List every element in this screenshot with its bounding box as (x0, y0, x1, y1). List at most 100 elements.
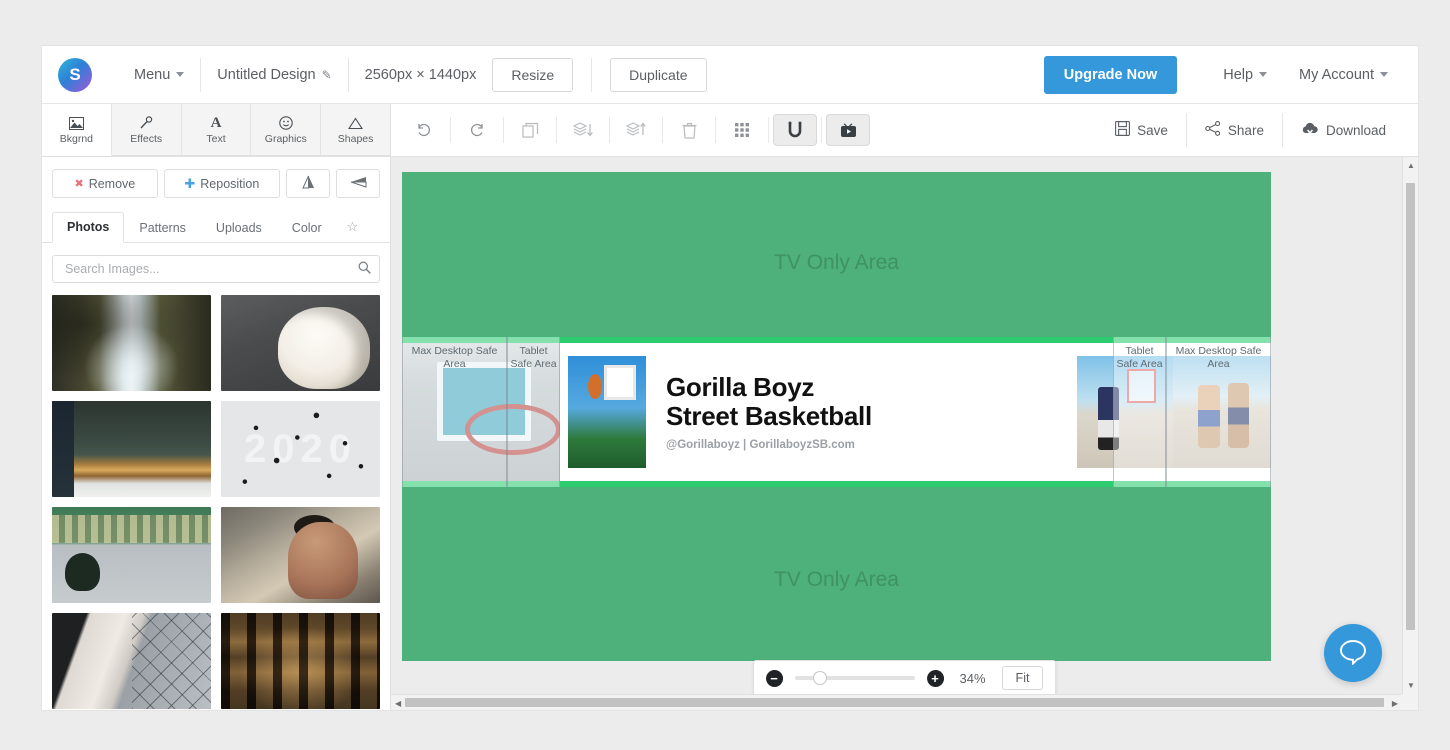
scrollbar-corner (1402, 694, 1418, 710)
save-label: Save (1137, 122, 1168, 138)
chevron-down-icon (176, 72, 185, 77)
redo-button[interactable] (456, 115, 498, 145)
asset-source-tabs: Photos Patterns Uploads Color ☆ (42, 204, 390, 243)
design-text-block[interactable]: Gorilla Boyz Street Basketball @Gorillab… (646, 373, 1077, 450)
pencil-icon[interactable]: ✎ (322, 68, 332, 82)
app-header: S Menu Untitled Design ✎ 2560px × 1440px… (42, 46, 1418, 104)
download-button[interactable]: Download (1283, 113, 1406, 147)
flip-horizontal-button[interactable] (336, 169, 380, 198)
design-band[interactable]: Gorilla Boyz Street Basketball @Gorillab… (402, 337, 1271, 487)
undo-button[interactable] (403, 115, 445, 145)
search-images-box[interactable] (52, 255, 380, 283)
tab-graphics[interactable]: Graphics (251, 104, 322, 156)
zoom-in-button[interactable]: + (926, 669, 944, 687)
canvas-workspace[interactable]: TV Only Area Gorilla Boyz Street Basketb… (391, 157, 1418, 710)
duplicate-design-button[interactable]: Duplicate (610, 57, 707, 92)
tab-shapes[interactable]: Shapes (321, 104, 390, 156)
photo-thumbnail[interactable] (52, 401, 211, 497)
share-icon (1205, 121, 1221, 139)
image-icon (68, 115, 84, 132)
design-title-field[interactable]: Untitled Design ✎ (201, 46, 347, 104)
copy-button[interactable] (509, 115, 551, 145)
resize-button[interactable]: Resize (492, 57, 574, 92)
bring-forward-button[interactable] (615, 115, 657, 145)
snap-button[interactable] (774, 115, 816, 145)
horizontal-scrollbar-thumb[interactable] (405, 698, 1384, 707)
photo-thumbnail[interactable] (221, 295, 380, 391)
canvas-dimensions: 2560px × 1440px (349, 46, 493, 104)
design-canvas[interactable]: TV Only Area Gorilla Boyz Street Basketb… (402, 172, 1271, 661)
flip-vertical-button[interactable] (286, 169, 330, 198)
my-account-label: My Account (1299, 66, 1374, 83)
delete-button[interactable] (668, 115, 710, 145)
tab-bkgrnd[interactable]: Bkgrnd (42, 104, 112, 156)
tab-text-label: Text (206, 132, 226, 145)
reposition-background-button[interactable]: ✚ Reposition (163, 169, 280, 198)
vertical-scrollbar-thumb[interactable] (1406, 183, 1415, 630)
zoom-slider-handle[interactable] (812, 671, 827, 685)
editor-toolbar: Bkgrnd Effects A Text Graphics Shapes Sa… (42, 104, 1418, 157)
menu-dropdown[interactable]: Menu (118, 46, 200, 104)
design-editor-window: S Menu Untitled Design ✎ 2560px × 1440px… (42, 46, 1418, 710)
remove-label: Remove (88, 176, 136, 191)
background-panel: ✖ Remove ✚ Reposition Photos Patterns Up… (42, 157, 391, 710)
help-label: Help (1223, 66, 1254, 83)
photo-thumbnail[interactable] (221, 507, 380, 603)
toolbar-right-actions: Save Share Download (1097, 113, 1406, 147)
street-court-photo[interactable] (1077, 356, 1173, 468)
photo-thumbnail[interactable] (52, 507, 211, 603)
photo-thumbnail[interactable] (221, 613, 380, 709)
scroll-left-arrow-icon[interactable]: ◀ (395, 699, 401, 708)
remove-background-button[interactable]: ✖ Remove (52, 169, 158, 198)
scroll-right-arrow-icon[interactable]: ▶ (1392, 699, 1398, 708)
tool-divider-3 (556, 117, 557, 143)
tool-divider-8 (821, 117, 822, 143)
zoom-out-button[interactable]: − (765, 669, 783, 687)
tab-text[interactable]: A Text (181, 104, 252, 156)
youtube-button[interactable] (827, 115, 869, 145)
search-input[interactable] (63, 261, 358, 277)
photo-results-grid (42, 291, 390, 710)
remove-circle-icon: ✖ (74, 178, 84, 190)
design-title-line-2: Street Basketball (666, 400, 872, 431)
zoom-slider[interactable] (794, 671, 915, 685)
two-players-ball-photo[interactable] (1173, 356, 1271, 468)
subtab-patterns[interactable]: Patterns (124, 213, 201, 243)
photo-thumbnail[interactable] (52, 613, 211, 709)
subtab-photos[interactable]: Photos (52, 212, 125, 243)
basketball-hoop-photo[interactable] (402, 343, 560, 481)
canvas-vertical-scrollbar[interactable]: ▲ ▼ (1402, 157, 1418, 694)
save-button[interactable]: Save (1097, 113, 1186, 147)
dunking-player-photo[interactable] (568, 356, 646, 468)
left-panel-tabs: Bkgrnd Effects A Text Graphics Shapes (42, 104, 391, 156)
photo-thumbnail[interactable] (221, 401, 380, 497)
search-icon[interactable] (358, 261, 371, 277)
app-logo[interactable]: S (58, 57, 92, 92)
background-action-row: ✖ Remove ✚ Reposition (42, 157, 390, 204)
my-account-dropdown[interactable]: My Account (1283, 46, 1404, 104)
subtab-color[interactable]: Color (277, 213, 337, 243)
upgrade-now-button[interactable]: Upgrade Now (1043, 55, 1178, 94)
canvas-horizontal-scrollbar[interactable]: ◀ ▶ (391, 694, 1402, 710)
design-subtitle: @Gorillaboyz | GorillaboyzSB.com (666, 438, 855, 451)
tool-divider-1 (450, 117, 451, 143)
zoom-fit-button[interactable]: Fit (1001, 666, 1044, 690)
tab-effects[interactable]: Effects (111, 104, 182, 156)
tool-divider-7 (768, 117, 769, 143)
help-dropdown[interactable]: Help (1207, 46, 1283, 104)
subtab-uploads[interactable]: Uploads (201, 213, 277, 243)
share-button[interactable]: Share (1187, 113, 1282, 147)
move-arrows-icon: ✚ (184, 175, 196, 191)
download-label: Download (1325, 122, 1386, 138)
scroll-up-arrow-icon[interactable]: ▲ (1407, 161, 1415, 170)
photo-thumbnail[interactable] (52, 295, 211, 391)
scroll-down-arrow-icon[interactable]: ▼ (1407, 681, 1415, 690)
star-icon[interactable]: ☆ (337, 212, 369, 242)
send-backward-button[interactable] (562, 115, 604, 145)
smiley-icon (279, 115, 293, 132)
grid-button[interactable] (721, 115, 763, 145)
flip-vertical-icon (301, 175, 316, 192)
help-chat-button[interactable] (1324, 624, 1382, 682)
zoom-percent-label: 34% (959, 670, 986, 686)
editor-body: ✖ Remove ✚ Reposition Photos Patterns Up… (42, 157, 1418, 710)
